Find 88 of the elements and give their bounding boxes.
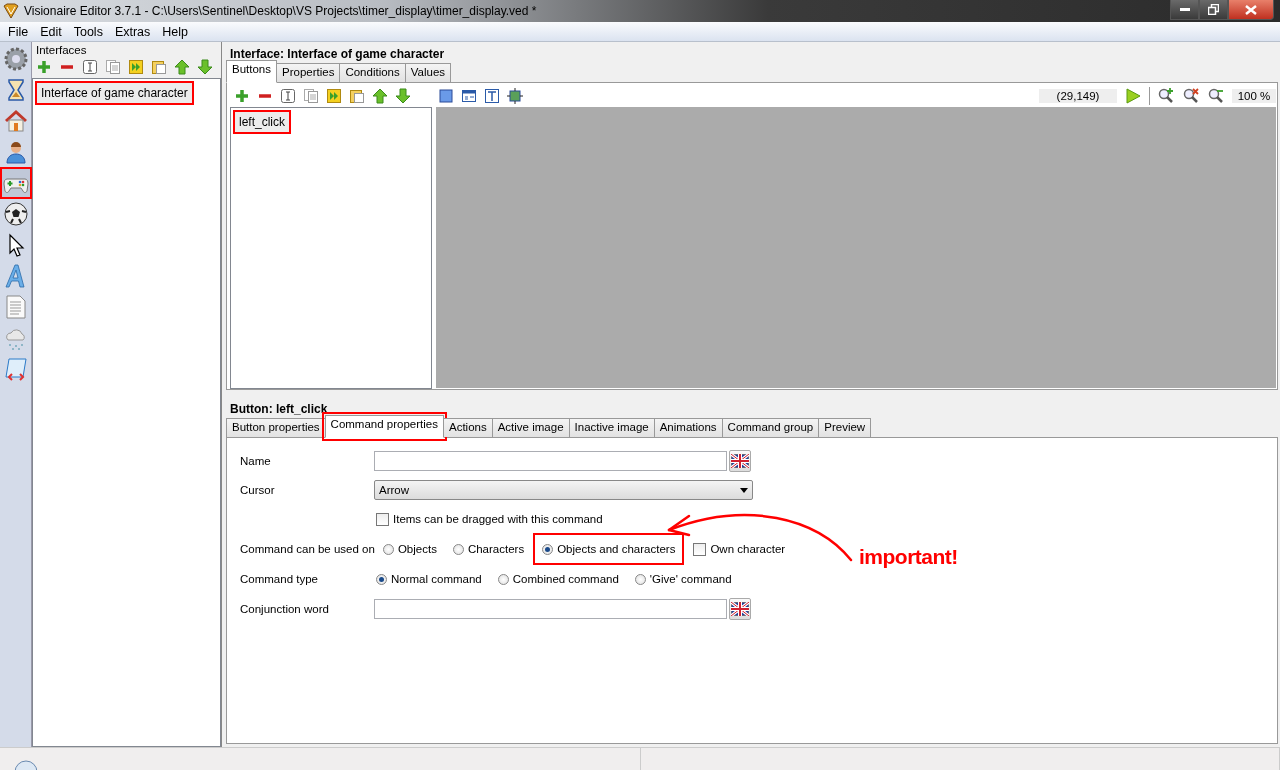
field-label: Name [240, 455, 272, 467]
section-title: Interface: Interface of game character [229, 46, 446, 63]
flag-icon [731, 454, 749, 468]
radio-label[interactable]: Combined command [512, 573, 619, 585]
tab[interactable]: Buttons [226, 60, 277, 83]
caret-icon [740, 487, 748, 493]
text-cursor-icon[interactable] [280, 88, 296, 104]
app-logo-icon [3, 3, 19, 19]
language-button[interactable] [729, 450, 751, 472]
copy-icon[interactable] [303, 88, 319, 104]
tab[interactable]: Conditions [339, 63, 406, 82]
menu-item[interactable]: Help [156, 24, 195, 39]
field-label: Conjunction word [240, 603, 330, 615]
radio-label[interactable]: Objects [397, 543, 437, 555]
radio-button[interactable] [376, 573, 387, 585]
tab[interactable]: Values [404, 63, 452, 82]
restore-icon [1208, 4, 1219, 15]
clipboard-icon[interactable] [151, 59, 167, 75]
tab[interactable]: Active image [491, 418, 570, 437]
tab[interactable]: Properties [276, 63, 341, 82]
panel-title: Interfaces [35, 43, 88, 56]
arrow-down-icon[interactable] [395, 88, 411, 104]
menu-item[interactable]: File [2, 24, 35, 39]
radio-label[interactable]: Objects and characters [557, 543, 676, 555]
fit-icon[interactable] [507, 88, 523, 104]
radio-label[interactable]: Characters [467, 543, 525, 555]
tab[interactable]: Actions [443, 418, 493, 437]
clipboard-icon[interactable] [349, 88, 365, 104]
radio-label[interactable]: 'Give' command [649, 573, 732, 585]
radio-label[interactable]: Normal command [391, 573, 482, 585]
list-item[interactable]: Interface of game character [35, 81, 194, 105]
arrow-up-icon[interactable] [174, 59, 190, 75]
tab[interactable]: Animations [653, 418, 723, 437]
window-title: Visionaire Editor 3.7.1 - C:\Users\Sentinel\Desktop\VS Projects\timer_display\timer_display.ved * [24, 4, 538, 18]
restore-button[interactable] [1199, 0, 1228, 20]
square-icon[interactable] [438, 88, 454, 104]
checkbox-label[interactable]: Items can be dragged with this command [393, 513, 603, 525]
checkbox[interactable] [693, 542, 707, 556]
copy-icon[interactable] [105, 59, 121, 75]
zoom-readout: 100 % [1232, 89, 1276, 103]
input-field[interactable] [374, 599, 727, 619]
menu-item[interactable]: Extras [108, 24, 157, 39]
radio-button[interactable] [542, 543, 554, 555]
tab[interactable]: Button properties [226, 418, 326, 437]
menu-item[interactable]: Edit [34, 24, 68, 39]
globe-icon [14, 760, 38, 770]
arrow-up-icon[interactable] [372, 88, 388, 104]
close-button[interactable] [1228, 0, 1274, 20]
forward-icon[interactable] [326, 88, 342, 104]
play-icon[interactable] [1124, 87, 1142, 105]
close-icon [1245, 4, 1257, 15]
annotation-text: important! [859, 545, 958, 569]
tab[interactable]: Preview [818, 418, 872, 437]
plus-icon[interactable] [36, 59, 52, 75]
radio-button[interactable] [634, 573, 646, 585]
tab[interactable]: Command group [721, 418, 820, 437]
radio-button[interactable] [497, 573, 509, 585]
tab[interactable]: Command properties [324, 415, 444, 438]
text-cursor-icon[interactable] [82, 59, 98, 75]
checkbox-label[interactable]: Own character [710, 543, 786, 555]
zoom-in-icon[interactable] [1157, 87, 1175, 105]
section-title: Button: left_click [229, 401, 329, 418]
plus-icon[interactable] [234, 88, 250, 104]
zoom-out-icon[interactable] [1207, 87, 1225, 105]
coordinates-readout: (29,149) [1039, 89, 1117, 103]
field-label: Command can be used on [240, 543, 376, 555]
radio-button[interactable] [382, 543, 394, 555]
language-button[interactable] [729, 598, 751, 620]
radio-button[interactable] [452, 543, 464, 555]
list-item[interactable]: left_click [233, 110, 291, 134]
menu-item[interactable]: Tools [67, 24, 109, 39]
text-icon[interactable] [484, 88, 500, 104]
tab[interactable]: Inactive image [568, 418, 655, 437]
scroll-icon [2, 356, 29, 382]
field-label: Command type [240, 573, 319, 585]
ball-icon [2, 201, 29, 227]
checkbox[interactable] [376, 512, 389, 526]
house-icon [2, 108, 29, 134]
minimize-icon [1179, 7, 1190, 12]
cursor-dropdown[interactable]: Arrow [374, 480, 753, 500]
window-icon[interactable] [461, 88, 477, 104]
forward-icon[interactable] [128, 59, 144, 75]
flag-icon [731, 602, 749, 616]
field-label: Cursor [240, 484, 276, 496]
minimize-button[interactable] [1170, 0, 1199, 20]
zoom-reset-icon[interactable] [1182, 87, 1200, 105]
input-field[interactable] [374, 451, 727, 471]
arrow-down-icon[interactable] [197, 59, 213, 75]
